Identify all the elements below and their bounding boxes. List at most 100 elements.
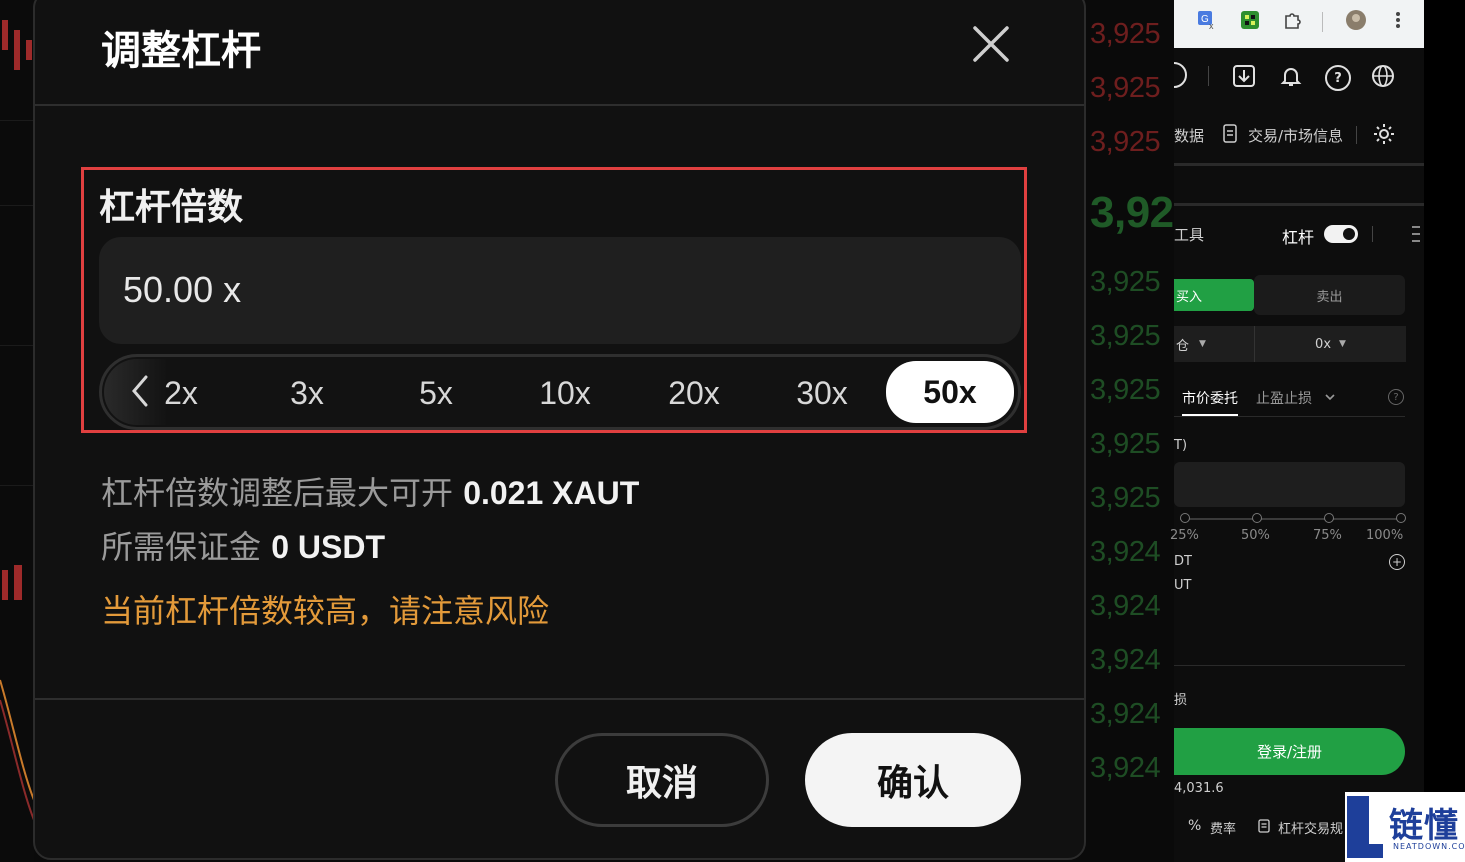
leverage-preset-bar: 2x 3x 5x 10x 20x 30x 50x [99,354,1021,430]
preset-20x[interactable]: 20x [649,367,739,419]
price-green: 3,925 [1090,374,1161,406]
caret-down-icon: ▼ [1339,339,1346,349]
preset-50x[interactable]: 50x [886,361,1014,423]
preset-10x[interactable]: 10x [520,367,610,419]
amount-unit: T) [1174,438,1188,453]
leverage-input-value: 50.00 x [123,269,242,310]
price-red: 3,925 [1090,126,1161,158]
price-green: 3,925 [1090,320,1161,352]
price-green: 3,924 [1090,752,1161,784]
extension-icon[interactable] [1238,8,1262,32]
add-circle-icon[interactable]: + [1389,554,1405,570]
tools-label: 工具 [1174,226,1205,244]
leverage-select[interactable]: 0x ▼ [1254,326,1406,362]
margin-label: 所需保证金 [101,528,262,566]
max-open-label: 杠杆倍数调整后最大可开 [101,474,454,512]
max-open-info: 杠杆倍数调整后最大可开 0.021 XAUT [101,468,639,514]
margin-mode-value: 仓 [1176,338,1190,354]
tab-market-order[interactable]: 市价委托 [1182,388,1238,408]
margin-mode-select[interactable]: 仓 ▼ [1174,326,1254,362]
help-icon[interactable]: ? [1325,65,1351,91]
leverage-input[interactable]: 50.00 x [99,237,1021,344]
footer-divider [35,698,1084,700]
watermark-subtext: NEATDOWN.COM [1393,842,1465,851]
stop-loss-label: 损 [1174,693,1188,708]
price-green: 3,925 [1090,482,1161,514]
buy-tab[interactable]: 买入 [1174,279,1254,311]
screen-edge [1424,0,1465,862]
login-register-button[interactable]: 登录/注册 [1174,728,1405,775]
background-chart-line [0,679,34,821]
slider-dot[interactable] [1396,513,1406,523]
price-green: 3,924 [1090,644,1161,676]
document-icon [1258,819,1270,833]
slider-dot[interactable] [1252,513,1262,523]
price-green: 3,925 [1090,266,1161,298]
preset-30x[interactable]: 30x [777,367,867,419]
slider-dot[interactable] [1180,513,1190,523]
tab-tpsl[interactable]: 止盈止损 [1256,388,1312,408]
svg-text:x: x [1209,21,1214,31]
puzzle-icon[interactable] [1280,8,1304,32]
amount-input[interactable] [1174,462,1405,507]
margin-value: 0 USDT [271,529,385,565]
close-icon[interactable] [971,24,1011,64]
leverage-label: 杠杆倍数 [99,187,244,228]
price-red: 3,925 [1090,72,1161,104]
risk-warning: 当前杠杆倍数较高，请注意风险 [101,592,550,630]
price-green: 3,924 [1090,536,1161,568]
price-red: 3,925 [1090,18,1161,50]
percent-icon: % [1188,818,1202,834]
leverage-toggle-label: 杠杆 [1282,228,1315,247]
preset-3x[interactable]: 3x [272,367,342,419]
amount-slider[interactable] [1180,518,1404,520]
max-amount: UT [1174,578,1192,593]
price-green: 3,924 [1090,698,1161,730]
bell-icon[interactable] [1279,64,1303,88]
price-ladder: 3,925 3,925 3,925 3,92 3,925 3,925 3,925… [1088,0,1174,862]
sell-tab[interactable]: 卖出 [1254,275,1405,315]
slider-label: 100% [1366,528,1404,543]
profile-avatar[interactable] [1344,8,1368,32]
preset-5x[interactable]: 5x [401,367,471,419]
leverage-rules-link[interactable]: 杠杆交易规 [1278,818,1343,837]
watermark-logo: 链懂 NEATDOWN.COM [1345,792,1465,862]
download-icon[interactable] [1232,64,1256,88]
menu-icon[interactable] [1412,224,1420,244]
translate-icon[interactable]: Gx [1196,8,1220,32]
slider-dot[interactable] [1324,513,1334,523]
slider-label: 25% [1170,528,1199,543]
nav-trade-info[interactable]: 交易/市场信息 [1248,125,1343,146]
caret-down-icon: ▼ [1199,339,1206,349]
leverage-select-value: 0x [1315,336,1332,352]
nav-data[interactable]: 数据 [1174,125,1204,146]
header-divider [35,104,1084,106]
cancel-button[interactable]: 取消 [555,733,769,827]
info-icon[interactable]: ? [1388,389,1404,405]
chevron-down-icon [1325,394,1335,401]
gear-icon[interactable] [1372,122,1396,146]
watermark-text: 链懂 [1389,806,1459,846]
dialog-title: 调整杠杆 [101,28,261,74]
background-chart [0,0,34,862]
more-vert-icon[interactable] [1386,8,1410,32]
price-current: 3,92 [1090,188,1174,237]
svg-text:G: G [1201,14,1209,25]
fee-rate-link[interactable]: 费率 [1210,818,1236,837]
leverage-toggle[interactable] [1324,225,1358,243]
slider-label: 50% [1241,528,1270,543]
margin-info: 所需保证金 0 USDT [101,522,385,568]
adjust-leverage-dialog: 调整杠杆 杠杆倍数 50.00 x 2x 3x 5x 10x 20x 30x 5… [33,0,1086,860]
max-open-value: 0.021 XAUT [463,475,640,511]
available-balance: DT [1174,554,1192,569]
document-icon [1223,124,1237,143]
partial-circle-icon [1174,62,1187,88]
preset-2x[interactable]: 2x [146,367,216,419]
price-green: 3,924 [1090,590,1161,622]
browser-toolbar: Gx [1174,0,1424,48]
price-footer: 4,031.6 [1174,781,1224,796]
confirm-button[interactable]: 确认 [805,733,1021,827]
slider-label: 75% [1313,528,1342,543]
price-green: 3,925 [1090,428,1161,460]
globe-icon[interactable] [1371,64,1395,88]
